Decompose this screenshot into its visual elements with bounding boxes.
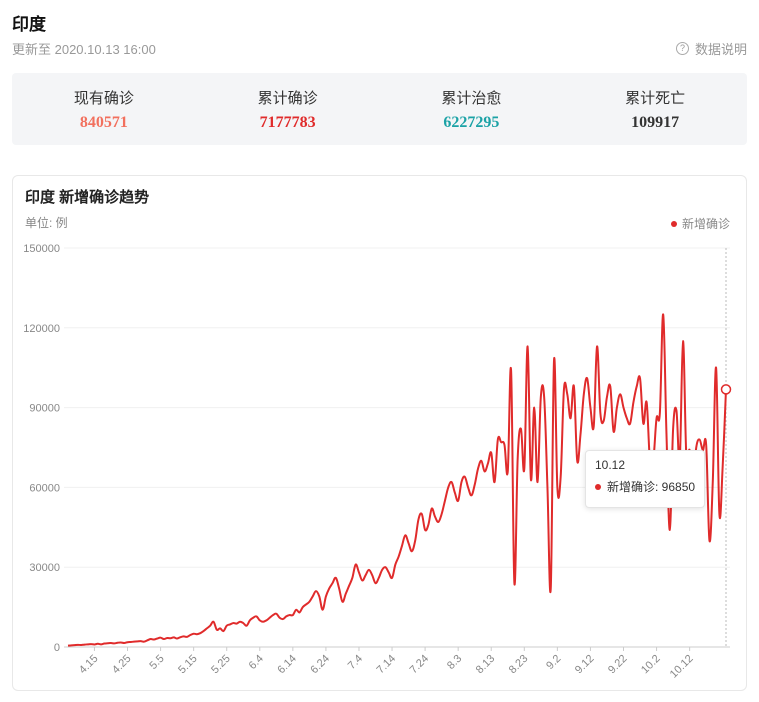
tooltip-value: 新增确诊: 96850: [607, 480, 696, 494]
tooltip-dot-icon: [595, 483, 601, 490]
x-tick-label: 8.13: [474, 653, 498, 677]
highlight-point[interactable]: [720, 384, 732, 395]
update-time: 更新至 2020.10.13 16:00: [12, 42, 156, 57]
x-tick-label: 4.15: [77, 653, 101, 677]
x-tick-label: 6.24: [308, 653, 332, 677]
question-circle-icon: ?: [675, 42, 689, 55]
chart-tooltip: 10.12 新增确诊: 96850: [585, 450, 705, 508]
x-tick-label: 5.15: [176, 653, 200, 677]
x-tick-label: 6.4: [247, 653, 266, 672]
y-tick-label: 90000: [29, 403, 60, 415]
stat-value: 840571: [79, 113, 128, 131]
stat-value: 109917: [631, 113, 680, 131]
data-explanation-label: 数据说明: [694, 42, 747, 57]
y-tick-label: 60000: [29, 482, 60, 494]
stat-total-deaths: 累计死亡 109917: [563, 73, 747, 145]
stat-value: 7177783: [259, 113, 316, 131]
x-tick-label: 10.12: [668, 653, 696, 681]
y-tick-label: 120000: [23, 323, 60, 335]
stats-panel: 现有确诊 840571 累计确诊 7177783 累计治愈 6227295 累计…: [12, 73, 747, 145]
y-tick-label: 0: [54, 642, 60, 654]
stat-value: 6227295: [443, 113, 500, 131]
x-tick-label: 4.25: [110, 653, 134, 677]
x-tick-label: 6.14: [275, 653, 299, 677]
stat-total-recovered: 累计治愈 6227295: [380, 73, 564, 145]
x-tick-label: 7.14: [375, 653, 399, 677]
stat-label: 累计确诊: [257, 89, 318, 107]
trend-line-chart[interactable]: 0 30000 60000 90000 120000 150000 4.15 4.25 5.5 5…: [0, 175, 759, 702]
data-explanation-link[interactable]: ? 数据说明: [675, 39, 747, 58]
x-tick-label: 9.2: [544, 653, 563, 672]
stat-label: 累计死亡: [625, 89, 686, 107]
page-title: 印度: [12, 15, 46, 34]
tooltip-row: 新增确诊: 96850: [595, 478, 695, 495]
tooltip-date: 10.12: [595, 458, 626, 472]
x-tick-label: 9.22: [606, 653, 630, 677]
stat-current-confirmed: 现有确诊 840571: [12, 73, 196, 145]
stat-total-confirmed: 累计确诊 7177783: [196, 73, 380, 145]
x-tick-label: 7.24: [408, 653, 432, 677]
stat-label: 现有确诊: [73, 89, 134, 107]
x-tick-label: 8.3: [445, 653, 464, 672]
x-tick-label: 10.2: [639, 653, 663, 677]
x-tick-label: 5.5: [147, 653, 166, 672]
x-tick-label: 9.12: [573, 653, 597, 677]
y-tick-label: 150000: [23, 243, 60, 255]
x-tick-label: 8.23: [507, 653, 531, 677]
y-tick-label: 30000: [29, 562, 60, 574]
x-tick-label: 7.4: [346, 653, 365, 672]
stat-label: 累计治愈: [441, 89, 502, 107]
x-tick-label: 5.25: [209, 653, 233, 677]
